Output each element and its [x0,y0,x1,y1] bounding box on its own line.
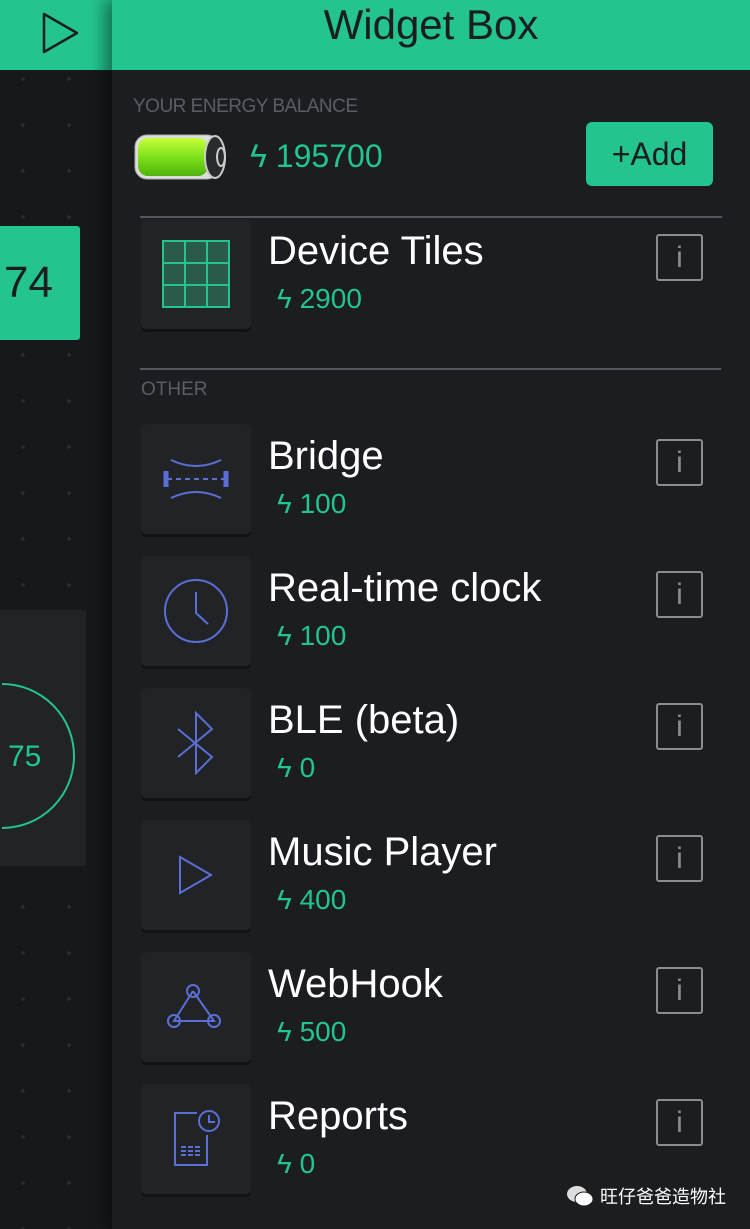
info-button[interactable]: i [656,439,703,486]
widget-cost: ϟ 0 [277,752,316,783]
clock-icon [141,556,251,666]
watermark-text: 旺仔爸爸造物社 [600,1187,726,1207]
grid-icon [141,219,251,329]
gauge-value: 75 [8,740,42,773]
play-icon [141,820,251,930]
widget-cost: ϟ 100 [277,620,347,651]
widget-bridge[interactable]: Bridge ϟ 100 i [141,424,721,534]
widget-webhook[interactable]: WebHook ϟ 500 i [141,952,721,1062]
canvas-value-tile[interactable]: 74 [0,226,80,340]
watermark: 旺仔爸爸造物社 [566,1183,726,1209]
webhook-icon [141,952,251,1062]
widget-cost: ϟ 0 [277,1148,316,1179]
info-button[interactable]: i [656,1099,703,1146]
widget-list[interactable]: Device Tiles ϟ 2900 i OTHER Bridge ϟ 100… [112,217,750,1229]
section-other-label: OTHER [141,379,208,400]
divider [140,216,722,218]
widget-name: BLE (beta) [268,698,460,742]
widget-reports[interactable]: Reports ϟ 0 i [141,1084,721,1194]
widget-name: Music Player [268,830,497,874]
widget-name: Real-time clock [268,566,542,610]
widget-device-tiles[interactable]: Device Tiles ϟ 2900 i [141,219,721,329]
widget-cost: ϟ 100 [277,488,347,519]
widget-real-time-clock[interactable]: Real-time clock ϟ 100 i [141,556,721,666]
bridge-icon [141,424,251,534]
play-button[interactable] [0,0,112,70]
info-button[interactable]: i [656,571,703,618]
bluetooth-icon [141,688,251,798]
widget-cost: ϟ 2900 [277,283,362,314]
info-button[interactable]: i [656,967,703,1014]
add-energy-button[interactable]: +Add [586,122,713,186]
tile-value: 74 [4,258,53,307]
report-icon [141,1084,251,1194]
divider [140,368,721,370]
widget-name: Bridge [268,434,384,478]
widget-music-player[interactable]: Music Player ϟ 400 i [141,820,721,930]
energy-balance-value: ϟ 195700 [250,138,383,174]
widget-name: Device Tiles [268,229,484,273]
energy-balance-label: YOUR ENERGY BALANCE [133,96,358,117]
widget-cost: ϟ 500 [277,1016,347,1047]
info-button[interactable]: i [656,835,703,882]
wechat-icon [567,1186,594,1207]
info-button[interactable]: i [656,234,703,281]
battery-icon [134,134,226,180]
widget-name: Reports [268,1094,409,1138]
widget-ble[interactable]: BLE (beta) ϟ 0 i [141,688,721,798]
widget-name: WebHook [268,962,443,1006]
info-button[interactable]: i [656,703,703,750]
page-title: Widget Box [112,0,750,70]
play-icon [42,12,79,54]
widget-cost: ϟ 400 [277,884,347,915]
